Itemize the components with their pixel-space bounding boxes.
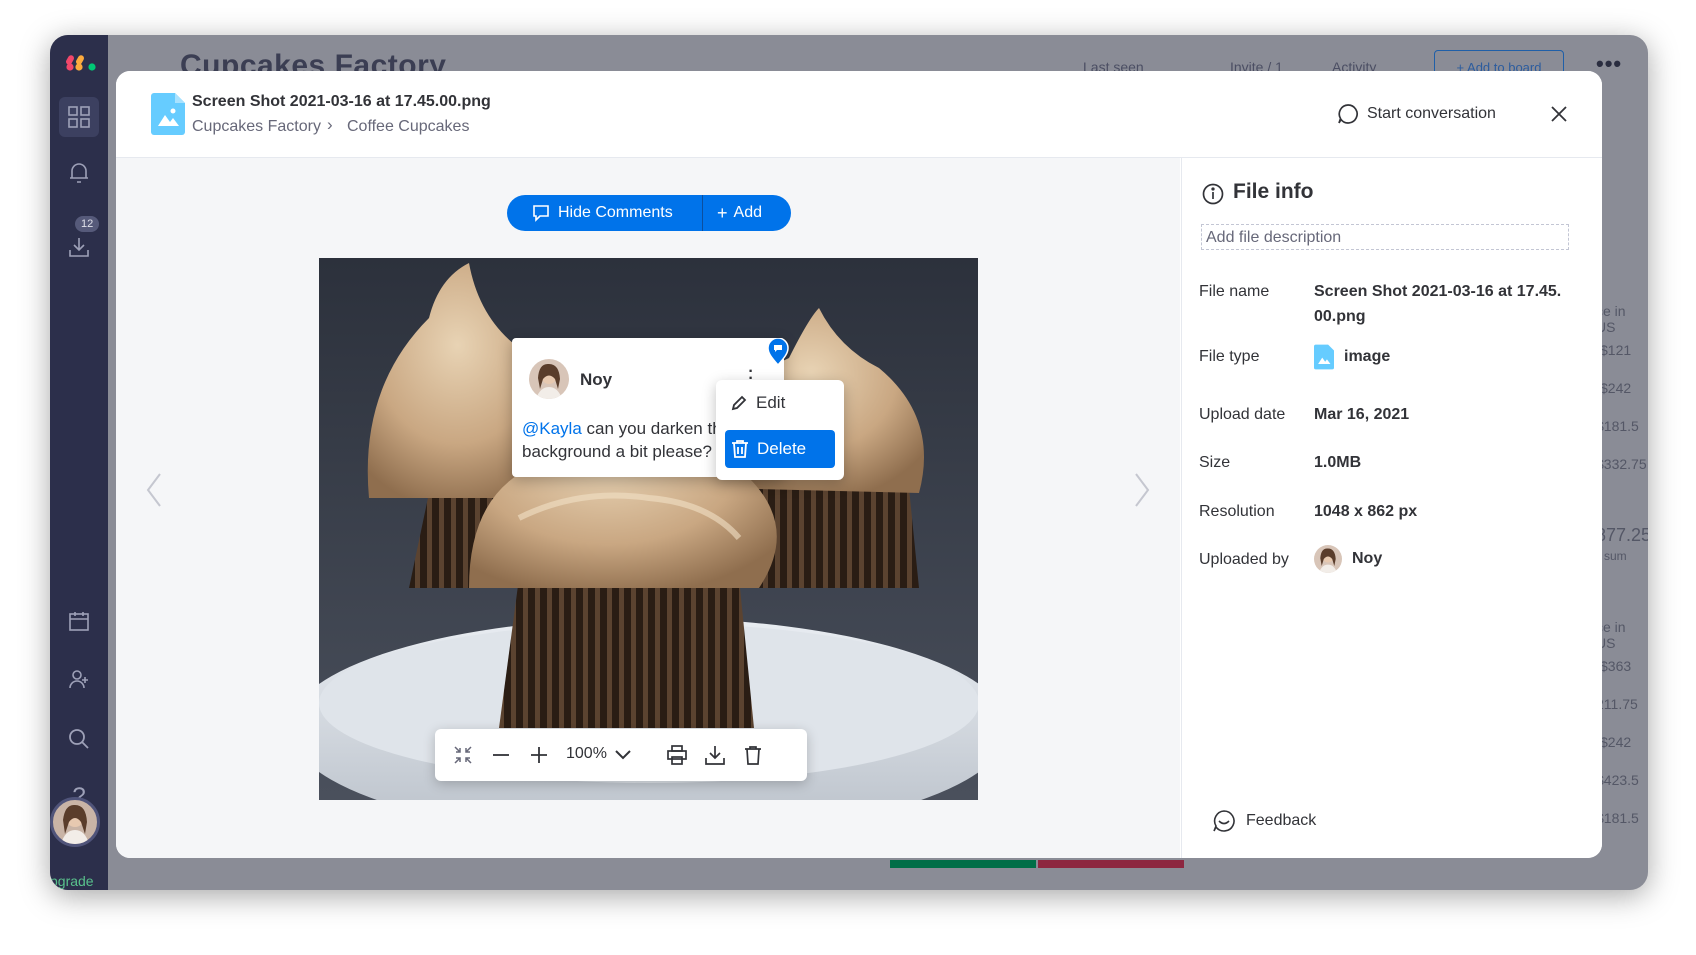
search-icon[interactable] [59, 719, 99, 759]
feedback-button[interactable]: Feedback [1212, 809, 1316, 833]
zoom-level: 100% [566, 745, 607, 762]
download-icon[interactable] [702, 742, 728, 768]
next-image-arrow-icon[interactable] [1132, 470, 1152, 510]
image-toolbar: 100% [435, 729, 807, 781]
uploaded-by-value: Noy [1314, 545, 1382, 573]
monday-logo-icon [66, 55, 96, 71]
upgrade-link[interactable]: pgrade [50, 873, 94, 889]
column-header: ce in US [1596, 303, 1626, 335]
feedback-icon [1213, 810, 1235, 832]
cell-value: 211.75 [1596, 696, 1638, 712]
zoom-dropdown-chevron-icon[interactable] [610, 742, 636, 768]
previous-image-arrow-icon[interactable] [144, 470, 164, 510]
comment-author-name: Noy [580, 370, 613, 389]
file-title: Screen Shot 2021-03-16 at 17.45.00.png [192, 93, 491, 110]
comment-pin-icon[interactable] [767, 338, 789, 366]
breadcrumb-board[interactable]: Cupcakes Factory [192, 118, 321, 136]
cell-value: $181.5 [1596, 810, 1639, 826]
upload-date-value: Mar 16, 2021 [1314, 406, 1410, 423]
column-header: ce in US [1596, 619, 1626, 651]
file-preview-modal: Screen Shot 2021-03-16 at 17.45.00.png C… [116, 71, 1602, 858]
cell-value: $332.75 [1596, 456, 1647, 472]
file-description-input[interactable]: Add file description [1201, 224, 1569, 250]
print-icon[interactable] [664, 742, 690, 768]
comment-options-menu: Edit Delete [716, 380, 844, 480]
close-button[interactable] [1546, 101, 1572, 127]
feedback-label: Feedback [1246, 812, 1317, 829]
zoom-out-icon[interactable] [488, 742, 514, 768]
file-name-value: Screen Shot 2021-03-16 at 17.45.00.png [1314, 283, 1562, 325]
info-icon [1202, 183, 1224, 205]
file-name-label: File name [1199, 283, 1270, 300]
status-bar-green [890, 860, 1036, 868]
resolution-label: Resolution [1199, 503, 1275, 520]
modal-header: Screen Shot 2021-03-16 at 17.45.00.png C… [116, 71, 1602, 158]
file-type-text: image [1344, 348, 1391, 365]
uploader-avatar [1314, 545, 1342, 573]
file-type-value: image [1314, 344, 1390, 370]
trash-icon [732, 440, 748, 458]
image-viewer: Hide Comments + Add Noy · · @Kayla can y… [116, 158, 1180, 858]
left-navigation: 12 ? pgrade [50, 35, 108, 890]
file-info-title: File info [1233, 180, 1314, 203]
uploader-name: Noy [1352, 550, 1383, 568]
sum-value: 877.25 [1596, 525, 1648, 545]
comment-icon [533, 205, 549, 222]
comment-mention[interactable]: @Kayla [522, 419, 582, 438]
add-label: Add [733, 204, 762, 221]
cell-value: $121 [1600, 342, 1632, 358]
size-label: Size [1199, 454, 1231, 471]
edit-label: Edit [756, 393, 786, 412]
breadcrumb-chevron-icon: › [327, 115, 333, 134]
hide-comments-label: Hide Comments [558, 204, 673, 221]
chat-bubble-icon [1338, 104, 1358, 124]
image-file-icon [151, 93, 185, 135]
cell-value: $181.5 [1596, 418, 1639, 434]
delete-file-trash-icon[interactable] [740, 742, 766, 768]
cell-value: $242 [1600, 380, 1632, 396]
close-icon [1551, 106, 1567, 122]
comments-pill: Hide Comments + Add [507, 195, 791, 231]
comment-author-avatar [529, 359, 569, 399]
upload-date-label: Upload date [1199, 406, 1286, 423]
comment-text-line2: background a bit please? [522, 442, 712, 461]
breadcrumb-item[interactable]: Coffee Cupcakes [347, 118, 469, 136]
collapse-icon[interactable] [450, 742, 476, 768]
inbox-download-icon[interactable] [59, 227, 99, 267]
sum-label: sum [1604, 549, 1627, 563]
plus-icon: + [717, 202, 728, 223]
cell-value: $363 [1600, 658, 1632, 674]
status-bar-red [1038, 860, 1184, 868]
cell-value: $242 [1600, 734, 1632, 750]
invite-people-icon[interactable] [59, 659, 99, 699]
calendar-icon[interactable] [59, 601, 99, 641]
add-comment-button[interactable]: + Add [703, 195, 762, 231]
resolution-value: 1048 x 862 px [1314, 503, 1418, 520]
file-type-label: File type [1199, 348, 1260, 365]
uploaded-by-label: Uploaded by [1199, 551, 1289, 568]
comment-text-line1: can you darken the [581, 419, 720, 438]
delete-menu-item[interactable]: Delete [725, 430, 835, 468]
user-avatar[interactable] [50, 797, 100, 847]
edit-menu-item[interactable]: Edit [730, 393, 785, 413]
image-file-type-icon [1314, 344, 1334, 370]
cell-value: $423.5 [1596, 772, 1639, 788]
file-info-panel: File info Add file description File name… [1181, 158, 1602, 858]
pencil-icon [731, 395, 747, 411]
delete-label: Delete [757, 439, 807, 458]
start-conversation-label: Start conversation [1367, 105, 1496, 122]
hide-comments-button[interactable]: Hide Comments [507, 195, 702, 231]
zoom-in-icon[interactable] [526, 742, 552, 768]
size-value: 1.0MB [1314, 454, 1362, 471]
start-conversation-button[interactable]: Start conversation [1337, 99, 1496, 129]
notifications-bell-icon[interactable] [59, 153, 99, 193]
workspace-grid-icon[interactable] [59, 97, 99, 137]
comment-text: @Kayla can you darken the background a b… [522, 417, 720, 467]
